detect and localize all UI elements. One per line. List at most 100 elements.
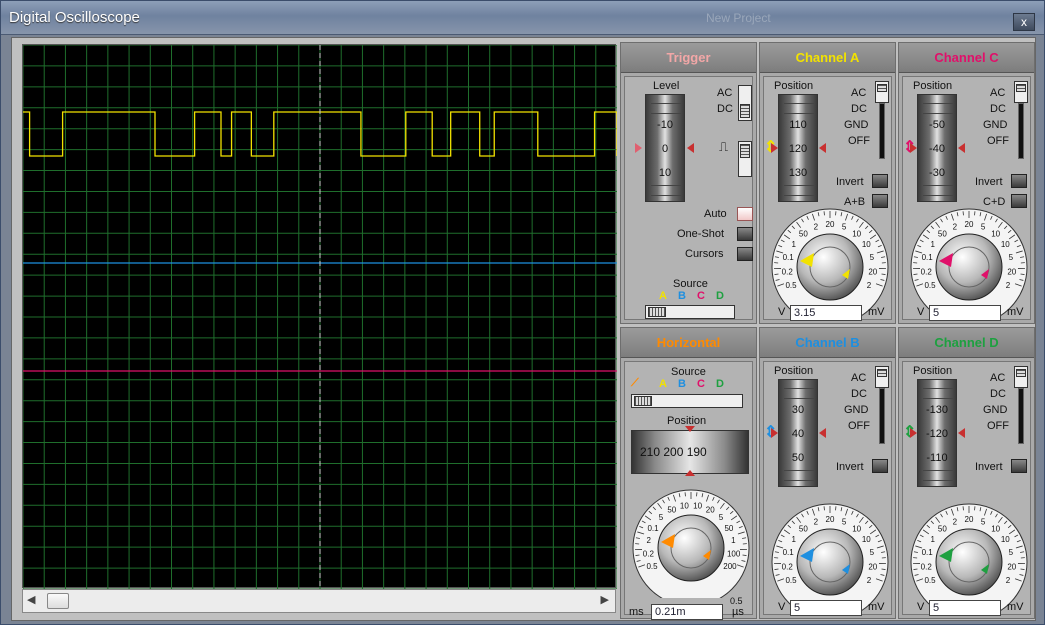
channel-a-volts-dial[interactable]: 0.5 0.2 0.1 150 2 20 5 1010 5 20 2	[766, 205, 894, 317]
dial-tick-label: 2	[646, 536, 651, 545]
scroll-right-arrow-icon[interactable]: ▶	[601, 593, 609, 606]
dial-tick-label: 5	[981, 222, 986, 231]
cursors-label: Cursors	[685, 248, 724, 260]
channel-d-invert-button[interactable]	[1011, 459, 1027, 473]
trigger-source-slider[interactable]	[645, 305, 735, 319]
oneshot-label: One-Shot	[677, 228, 725, 240]
dial-tick-label: 5	[842, 517, 847, 526]
channel-b-panel: Channel B Position 30 40 50 ⇕ AC DC GND OFF I…	[759, 327, 896, 619]
horizontal-title: Horizontal	[621, 328, 756, 358]
channel-d-unit-right: mV	[1007, 601, 1024, 613]
channel-a-position-label: Position	[774, 80, 814, 92]
scroll-left-arrow-icon[interactable]: ◀	[27, 593, 35, 606]
channel-a-position-drum[interactable]: 110 120 130	[778, 94, 818, 202]
channel-c-dc-label: DC	[990, 103, 1006, 115]
channel-a-off-label: OFF	[848, 135, 870, 147]
dial-tick-label: 10	[991, 229, 1000, 238]
oscilloscope-window: Digital Oscilloscope New Project x ◀ ▶ T…	[0, 0, 1045, 625]
dial-tick-label: 2	[1006, 576, 1011, 585]
channel-d-coupling-slot	[1018, 388, 1024, 444]
dial-tick-label: 1	[931, 240, 936, 249]
drum-value-top: -10	[657, 119, 673, 131]
channel-c-volts-dial[interactable]: 0.5 0.2 0.1 150 2 20 5 1010 5 20 2	[905, 205, 1033, 317]
channel-a-marker-left-icon	[771, 143, 778, 153]
title-bar[interactable]: Digital Oscilloscope New Project x	[1, 1, 1044, 35]
channel-d-position-label: Position	[913, 365, 953, 377]
h-position-marker-bottom-icon	[685, 470, 695, 476]
source-a-label: A	[659, 290, 667, 302]
dial-tick-label: 5	[842, 222, 847, 231]
h-position-scale: 210 200 190	[640, 445, 707, 459]
dial-tick-label: 2	[867, 576, 872, 585]
channel-b-invert-button[interactable]	[872, 459, 888, 473]
channel-a-unit-right: mV	[868, 306, 885, 318]
channel-c-unit-left: V	[917, 306, 925, 318]
channel-c-off-label: OFF	[987, 135, 1009, 147]
horizontal-source-slider[interactable]	[631, 394, 743, 408]
h-unit-left: ms	[629, 606, 644, 618]
level-label: Level	[653, 80, 680, 92]
dial-tick-label: 0.5	[785, 281, 797, 290]
channel-a-volts-value-field[interactable]: 3.15	[790, 305, 862, 321]
trigger-level-drum[interactable]: -10 0 10	[645, 94, 685, 202]
ac-dc-switch[interactable]	[738, 85, 752, 121]
window-title: Digital Oscilloscope	[9, 9, 140, 26]
channel-c-invert-button[interactable]	[1011, 174, 1027, 188]
edge-switch[interactable]	[738, 141, 752, 177]
channel-a-coupling-switch[interactable]	[875, 81, 889, 103]
timebase-dial[interactable]: 0.50.220.1550 10 10 205501100200	[627, 486, 755, 598]
level-marker-right-icon	[687, 143, 694, 153]
channel-d-marker-right-icon	[958, 428, 965, 438]
close-button[interactable]: x	[1013, 13, 1035, 31]
channel-b-volts-value-field[interactable]: 5	[790, 600, 862, 616]
channel-d-unit-left: V	[917, 601, 925, 613]
timebase-value-field[interactable]: 0.21m	[651, 604, 723, 620]
dial-tick-label: 5	[981, 517, 986, 526]
trigger-title: Trigger	[621, 43, 756, 73]
dial-tick-label: 50	[667, 506, 676, 515]
channel-a-unit-left: V	[778, 306, 786, 318]
source-label: Source	[673, 278, 708, 290]
channel-c-position-drum[interactable]: -50 -40 -30	[917, 94, 957, 202]
channel-c-volts-value-field[interactable]: 5	[929, 305, 1001, 321]
channel-d-dc-label: DC	[990, 388, 1006, 400]
channel-b-drum-value-top: 30	[791, 404, 805, 416]
horizontal-scrollbar[interactable]: ◀ ▶	[22, 589, 616, 613]
channel-b-volts-dial[interactable]: 0.5 0.2 0.1 150 2 20 5 1010 5 20 2	[766, 500, 894, 612]
auto-button[interactable]	[737, 207, 753, 221]
channel-d-volts-value-field[interactable]: 5	[929, 600, 1001, 616]
channel-b-drum-value-mid: 40	[791, 428, 805, 440]
dial-tick-label: 10	[1001, 240, 1010, 249]
channel-c-coupling-slot	[1018, 103, 1024, 159]
dial-tick-label: 20	[1007, 267, 1016, 276]
channel-b-coupling-switch[interactable]	[875, 366, 889, 388]
one-shot-button[interactable]	[737, 227, 753, 241]
dial-tick-label: 0.2	[921, 267, 933, 276]
h-source-label: Source	[671, 366, 706, 378]
horizontal-position-drum[interactable]: 210 200 190	[631, 430, 749, 474]
channel-d-position-drum[interactable]: -130 -120 -110	[917, 379, 957, 487]
channel-d-volts-dial[interactable]: 0.5 0.2 0.1 150 2 20 5 1010 5 20 2	[905, 500, 1033, 612]
channel-c-drum-value-mid: -40	[929, 143, 945, 155]
channel-b-unit-left: V	[778, 601, 786, 613]
channel-a-drum-value-bottom: 130	[788, 167, 808, 179]
dial-tick-label: 10	[862, 240, 871, 249]
scrollbar-thumb[interactable]	[47, 593, 69, 609]
dial-tick-label: 20	[965, 515, 974, 524]
dial-tick-label: 1	[931, 535, 936, 544]
channel-c-marker-left-icon	[910, 143, 917, 153]
dial-tick-label: 0.2	[921, 562, 933, 571]
channel-d-coupling-switch[interactable]	[1014, 366, 1028, 388]
dial-tick-label: 50	[938, 524, 947, 533]
dial-tick-label: 20	[965, 220, 974, 229]
dial-tick-label: 0.2	[643, 549, 655, 558]
dial-tick-label: 10	[680, 502, 689, 511]
channel-c-panel: Channel C Position -50 -40 -30 ⇕ AC DC GND O…	[898, 42, 1035, 324]
channel-a-invert-button[interactable]	[872, 174, 888, 188]
dial-tick-label: 0.5	[785, 576, 797, 585]
cursors-button[interactable]	[737, 247, 753, 261]
channel-c-coupling-switch[interactable]	[1014, 81, 1028, 103]
channel-b-marker-right-icon	[819, 428, 826, 438]
dial-tick-label: 50	[938, 229, 947, 238]
channel-b-position-drum[interactable]: 30 40 50	[778, 379, 818, 487]
